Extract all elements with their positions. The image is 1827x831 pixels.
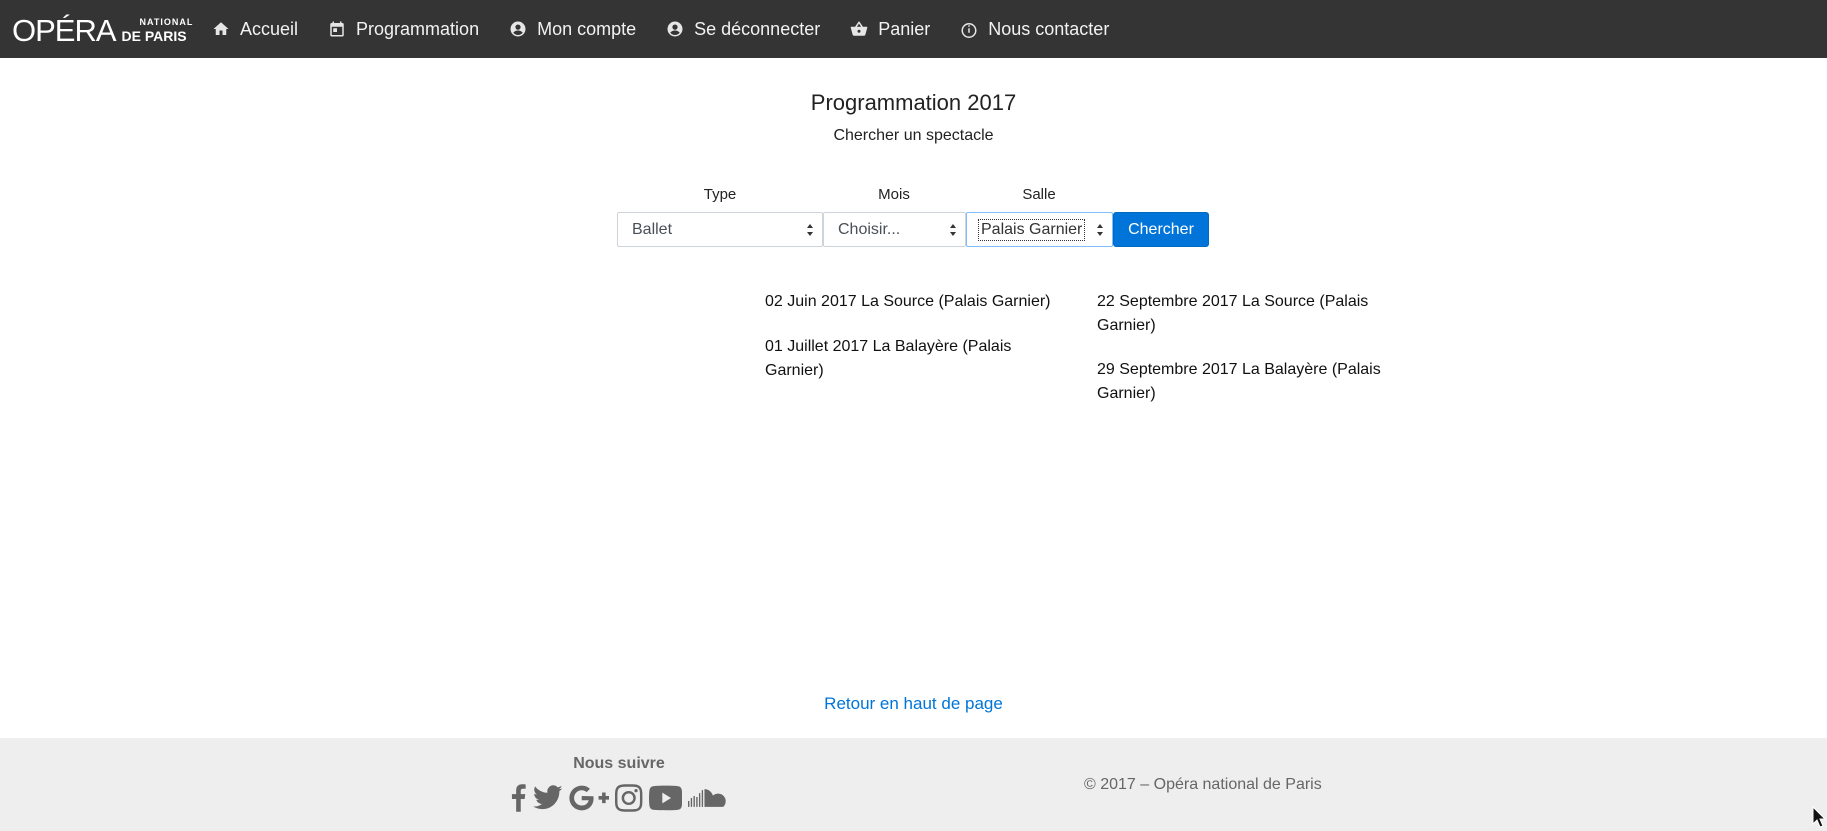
salle-label: Salle <box>1022 186 1056 203</box>
nav-mon-compte-label: Mon compte <box>537 18 637 39</box>
info-icon <box>961 23 977 38</box>
select-arrows-icon <box>950 224 957 236</box>
logo-line-2: DE PARIS <box>121 27 187 44</box>
salle-select-value: Palais Garnier <box>978 218 1086 241</box>
result-item[interactable]: 22 Septembre 2017 La Source (Palais Garn… <box>1097 290 1397 337</box>
nav-se-deconnecter[interactable]: Se déconnecter <box>666 19 820 40</box>
nav-accueil-label: Accueil <box>240 18 299 39</box>
select-arrows-icon <box>1097 224 1104 236</box>
copyright-text: © 2017 – Opéra national de Paris <box>1084 776 1322 793</box>
youtube-icon[interactable] <box>648 785 682 811</box>
type-select[interactable]: Ballet <box>617 212 823 247</box>
nav-panier-label: Panier <box>878 18 931 39</box>
home-icon <box>213 22 229 35</box>
nav-panier[interactable]: Panier <box>850 19 930 40</box>
footer: Nous suivre © 2017 – Opéra national de P… <box>0 738 1827 831</box>
nav-programmation[interactable]: Programmation <box>328 19 479 40</box>
follow-heading: Nous suivre <box>573 755 665 772</box>
google-plus-icon[interactable] <box>568 784 610 812</box>
mois-label: Mois <box>878 186 910 203</box>
user-circle-icon <box>510 21 526 37</box>
search-button[interactable]: Chercher <box>1113 212 1209 247</box>
page-subtitle: Chercher un spectacle <box>833 127 994 144</box>
mois-select-value: Choisir... <box>838 220 901 238</box>
mois-select[interactable]: Choisir... <box>823 212 966 247</box>
salle-select[interactable]: Palais Garnier <box>966 212 1113 247</box>
back-to-top-link[interactable]: Retour en haut de page <box>0 694 1827 714</box>
instagram-icon[interactable] <box>615 784 643 812</box>
logo-line-1: NATIONAL <box>139 16 194 27</box>
nav-nous-contacter[interactable]: Nous contacter <box>960 19 1109 40</box>
nav-accueil[interactable]: Accueil <box>212 19 298 40</box>
result-item[interactable]: 01 Juillet 2017 La Balayère (Palais Garn… <box>765 335 1055 382</box>
nav-se-deconnecter-label: Se déconnecter <box>694 18 821 39</box>
select-arrows-icon <box>807 224 814 236</box>
twitter-icon[interactable] <box>532 785 562 811</box>
logo-subtitle: NATIONAL DE PARIS <box>121 16 194 44</box>
facebook-icon[interactable] <box>509 784 527 812</box>
nav-nous-contacter-label: Nous contacter <box>988 18 1110 39</box>
top-navbar: OPÉRA NATIONAL DE PARIS Accueil Programm… <box>0 0 1827 58</box>
page-title: Programmation 2017 <box>810 90 1017 115</box>
logo-wordmark: OPÉRA <box>12 12 117 48</box>
result-item[interactable]: 29 Septembre 2017 La Balayère (Palais Ga… <box>1097 358 1397 405</box>
nav-mon-compte[interactable]: Mon compte <box>509 19 636 40</box>
user-circle-icon <box>667 21 683 37</box>
soundcloud-icon[interactable] <box>687 787 729 809</box>
mouse-cursor-icon <box>1812 806 1826 828</box>
opera-logo[interactable]: OPÉRA NATIONAL DE PARIS <box>12 10 193 50</box>
nav-programmation-label: Programmation <box>356 18 480 39</box>
main-nav: Accueil Programmation Mon compte Se déco… <box>212 0 1139 58</box>
basket-icon <box>850 21 868 36</box>
result-item[interactable]: 02 Juin 2017 La Source (Palais Garnier) <box>765 290 1065 314</box>
social-links <box>506 784 732 812</box>
calendar-icon <box>330 21 344 37</box>
type-label: Type <box>703 186 737 203</box>
type-select-value: Ballet <box>632 220 673 238</box>
